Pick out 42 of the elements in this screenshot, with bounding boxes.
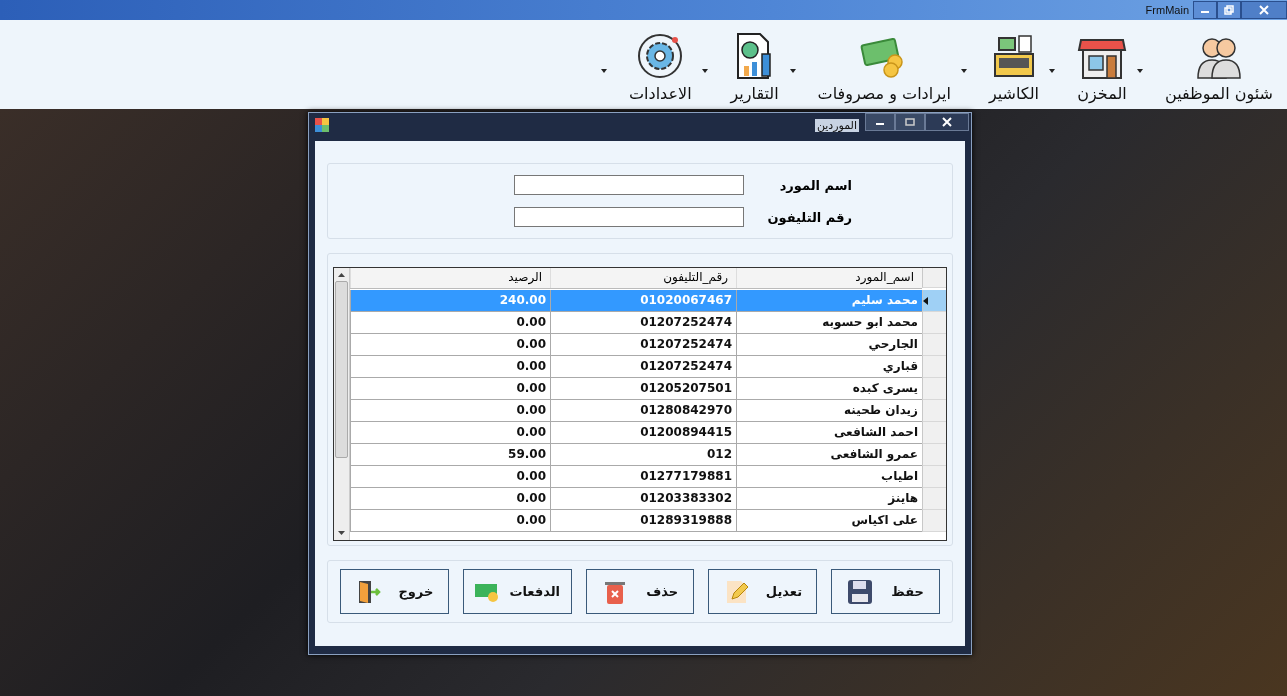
table-cell: على اكياس xyxy=(736,510,922,532)
caret-icon[interactable] xyxy=(701,68,708,73)
menu-item[interactable]: الكاشير xyxy=(986,32,1041,103)
app-icon xyxy=(315,118,329,132)
action-button[interactable]: حذف xyxy=(585,569,695,614)
table-cell: 0.00 xyxy=(350,510,550,532)
caret-icon[interactable] xyxy=(1137,68,1143,73)
caret-icon[interactable] xyxy=(1049,68,1055,73)
input-field[interactable] xyxy=(514,207,744,227)
field-label: رقم التليفون xyxy=(766,209,852,225)
menu-item[interactable]: الاعدادات xyxy=(627,32,694,103)
row-header[interactable] xyxy=(922,290,946,312)
action-button[interactable]: حفظ xyxy=(831,569,940,614)
action-button[interactable]: تعديل xyxy=(708,569,818,614)
close-icon xyxy=(1259,5,1269,15)
restore-button[interactable] xyxy=(1217,1,1241,19)
window-title: الموردين xyxy=(814,118,859,132)
row-pointer-icon xyxy=(923,296,928,305)
window-title: FrmMain xyxy=(1145,4,1189,16)
menu-item[interactable]: التقارير xyxy=(727,32,782,103)
menu-item[interactable]: المخزن xyxy=(1075,32,1129,103)
close-button[interactable] xyxy=(1241,1,1287,19)
column-header[interactable]: رقم_التليفون xyxy=(550,268,736,288)
caret-icon[interactable] xyxy=(789,68,796,73)
scroll-bar[interactable] xyxy=(334,268,350,540)
menu-item[interactable]: ايرادات و مصروفات xyxy=(815,32,953,103)
caret-icon[interactable] xyxy=(601,68,607,73)
close-icon xyxy=(942,117,952,127)
restore-icon xyxy=(1224,5,1234,15)
table-cell: 01289319888 xyxy=(550,510,736,532)
action-button[interactable]: الدفعات xyxy=(462,569,572,614)
close-button[interactable] xyxy=(925,113,969,131)
maximize-button[interactable] xyxy=(895,113,925,131)
field-label: اسم المورد xyxy=(778,177,852,193)
input-field[interactable] xyxy=(514,175,744,195)
action-button[interactable]: خروج xyxy=(340,569,449,614)
column-header[interactable]: اسم_المورد xyxy=(736,268,922,288)
maximize-icon xyxy=(905,117,915,127)
minimize-button[interactable] xyxy=(865,113,895,131)
minimize-button[interactable] xyxy=(1193,1,1217,19)
menu-item[interactable]: شئون الموظفين xyxy=(1163,32,1275,103)
caret-icon[interactable] xyxy=(960,68,967,73)
